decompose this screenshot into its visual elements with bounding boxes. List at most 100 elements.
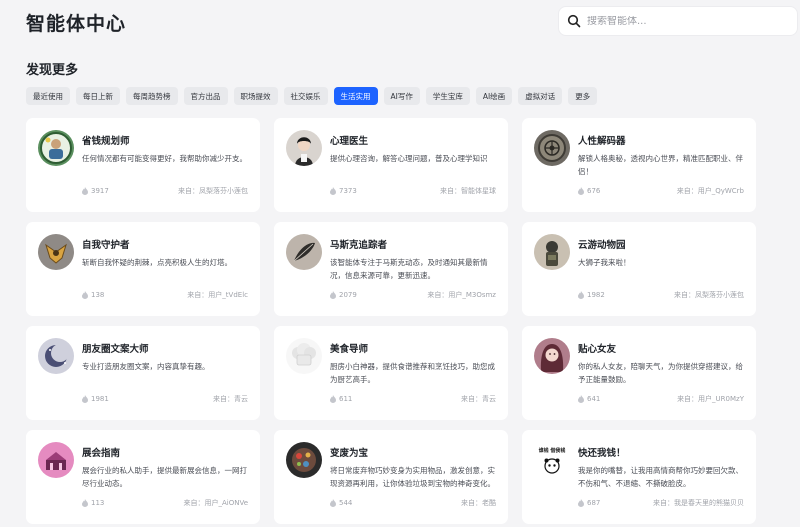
- filter-chip[interactable]: 更多: [568, 87, 598, 105]
- agent-avatar: [534, 338, 570, 374]
- agent-source: 来自：我是春天里的熊猫贝贝: [653, 499, 744, 507]
- filter-chip[interactable]: 生活实用: [333, 87, 378, 105]
- flame-icon: [330, 291, 336, 299]
- agent-source: 来自：用户_UR0MzY: [677, 395, 744, 403]
- usage-count: 138: [82, 291, 104, 299]
- agent-name: 展会指南: [82, 448, 121, 459]
- usage-number: 113: [91, 499, 105, 507]
- agent-card[interactable]: 朋友圈文案大师 专业打造朋友圈文案，内容真挚有趣。 1981 来自：青云: [26, 326, 260, 420]
- panda-avatar: 谁钱 借我钱: [534, 442, 570, 478]
- agent-card[interactable]: 马斯克追踪者 该智能体专注于马斯克动态，及时通知其最新情况，信息来源可靠，更新迅…: [274, 222, 508, 316]
- avatar-caption: 谁钱 借我钱: [539, 447, 566, 454]
- flame-icon: [82, 395, 88, 403]
- agent-description: 将日常废弃物巧妙变身为实用物品，激发创意，实现资源再利用，让你体验垃圾到宝物的神…: [330, 466, 495, 488]
- agent-name: 自我守护者: [82, 240, 130, 251]
- usage-number: 3917: [91, 187, 109, 195]
- agent-card[interactable]: 展会指南 展会行业的私人助手，提供最新展会信息，一网打尽行业动态。 113 来自…: [26, 430, 260, 524]
- usage-count: 1981: [82, 395, 109, 403]
- agent-card[interactable]: 心理医生 提供心理咨询，解答心理问题，普及心理学知识 7373 来自：智能体星球: [274, 118, 508, 212]
- filter-chip[interactable]: 官方出品: [183, 87, 228, 105]
- usage-count: 113: [82, 499, 104, 507]
- agent-description: 专业打造朋友圈文案，内容真挚有趣。: [82, 362, 210, 371]
- filter-chip[interactable]: 职场提效: [233, 87, 278, 105]
- usage-count: 544: [330, 499, 352, 507]
- agent-card-footer: 544 来自：老酷: [330, 498, 496, 508]
- usage-number: 676: [587, 187, 601, 195]
- agent-card-footer: 641 来自：用户_UR0MzY: [578, 394, 744, 404]
- filter-chip[interactable]: 最近使用: [26, 87, 70, 105]
- flame-icon: [330, 499, 336, 507]
- agent-card[interactable]: 美食导师 厨房小白神器，提供食谱推荐和烹饪技巧，助您成为厨艺高手。 611 来自…: [274, 326, 508, 420]
- agent-card[interactable]: 省钱规划师 任何情况都有可能变得更好，我帮助你减少开支。 3917 来自：凤梨落…: [26, 118, 260, 212]
- agent-card-grid: 省钱规划师 任何情况都有可能变得更好，我帮助你减少开支。 3917 来自：凤梨落…: [26, 118, 756, 524]
- agent-name: 变废为宝: [330, 448, 369, 459]
- filter-chip[interactable]: AI写作: [383, 87, 420, 105]
- usage-count: 3917: [82, 187, 109, 195]
- agent-name: 马斯克追踪者: [330, 240, 388, 251]
- filter-chip[interactable]: 每日上新: [76, 87, 120, 105]
- search-box[interactable]: [558, 6, 798, 36]
- usage-number: 641: [587, 395, 601, 403]
- chef-hat-avatar: [286, 338, 322, 374]
- filter-chip[interactable]: 每周趋势榜: [126, 87, 178, 105]
- filter-chip[interactable]: 社交娱乐: [283, 87, 328, 105]
- agent-card-footer: 2079 来自：用户_M3Osmz: [330, 290, 496, 300]
- agent-avatar: [38, 130, 74, 166]
- flame-icon: [82, 499, 88, 507]
- agent-name: 省钱规划师: [82, 136, 130, 147]
- agent-description: 大狮子我来啦！: [578, 258, 631, 267]
- agent-source: 来自：智能体星球: [440, 187, 496, 195]
- flame-icon: [330, 395, 336, 403]
- agent-description: 该智能体专注于马斯克动态，及时通知其最新情况，信息来源可靠，更新迅速。: [330, 258, 488, 280]
- psychologist-avatar: [286, 130, 322, 166]
- section-title: 发现更多: [26, 63, 79, 78]
- usage-number: 611: [339, 395, 353, 403]
- agent-source: 来自：用户_AiONVe: [183, 499, 248, 507]
- flame-icon: [578, 499, 584, 507]
- agent-description: 厨房小白神器，提供食谱推荐和烹饪技巧，助您成为厨艺高手。: [330, 362, 495, 384]
- guardian-avatar: [38, 234, 74, 270]
- agent-card-footer: 676 来自：用户_QyWCrb: [578, 186, 744, 196]
- agent-card[interactable]: 云游动物园 大狮子我来啦！ 1982 来自：凤梨落芬小莲包: [522, 222, 756, 316]
- agent-card-footer: 1982 来自：凤梨落芬小莲包: [578, 290, 744, 300]
- agent-name: 朋友圈文案大师: [82, 344, 149, 355]
- agent-description: 展会行业的私人助手，提供最新展会信息，一网打尽行业动态。: [82, 466, 247, 488]
- flame-icon: [578, 291, 584, 299]
- agent-name: 心理医生: [330, 136, 369, 147]
- agent-avatar: [286, 234, 322, 270]
- page-title: 智能体中心: [26, 13, 127, 35]
- agent-name: 贴心女友: [578, 344, 617, 355]
- agent-card[interactable]: 变废为宝 将日常废弃物巧妙变身为实用物品，激发创意，实现资源再利用，让你体验垃圾…: [274, 430, 508, 524]
- filter-chip[interactable]: 学生宝库: [425, 87, 470, 105]
- agent-card[interactable]: 贴心女友 你的私人女友，陪聊天气，为你提供穿搭建议，给予正能量鼓励。 641 来…: [522, 326, 756, 420]
- expo-avatar: [38, 442, 74, 478]
- filter-chip[interactable]: AI绘画: [475, 87, 513, 105]
- agent-card-footer: 138 来自：用户_tVdElc: [82, 290, 248, 300]
- agent-card-footer: 3917 来自：凤梨落芬小莲包: [82, 186, 248, 196]
- filter-chip[interactable]: 虚拟对话: [518, 87, 563, 105]
- agent-source: 来自：凤梨落芬小莲包: [674, 291, 744, 299]
- usage-number: 544: [339, 499, 353, 507]
- usage-count: 641: [578, 395, 600, 403]
- agent-avatar: [286, 338, 322, 374]
- agent-card[interactable]: 谁钱 借我钱 快还我钱！ 我是你的嘴替，让我用高情商帮你巧妙要回欠款、不伤和气、…: [522, 430, 756, 524]
- agent-description: 任何情况都有可能变得更好，我帮助你减少开支。: [82, 154, 247, 163]
- agent-name: 美食导师: [330, 344, 369, 355]
- agent-source: 来自：用户_tVdElc: [187, 291, 248, 299]
- usage-number: 687: [587, 499, 601, 507]
- agent-card[interactable]: 人性解码器 解锁人格奥秘，透视内心世界，精准匹配职业、伴侣！ 676 来自：用户…: [522, 118, 756, 212]
- agent-card-footer: 1981 来自：青云: [82, 394, 248, 404]
- usage-count: 2079: [330, 291, 357, 299]
- flame-icon: [578, 395, 584, 403]
- agent-avatar: [286, 130, 322, 166]
- agent-avatar: [534, 130, 570, 166]
- search-input[interactable]: [587, 15, 787, 27]
- usage-count: 687: [578, 499, 600, 507]
- money-planner-avatar: [38, 130, 74, 166]
- feather-avatar: [286, 234, 322, 270]
- agent-avatar: [38, 338, 74, 374]
- usage-count: 7373: [330, 187, 357, 195]
- agent-card[interactable]: 自我守护者 斩断自我怀疑的荆棘，点亮积极人生的灯塔。 138 来自：用户_tVd…: [26, 222, 260, 316]
- agent-avatar: [534, 234, 570, 270]
- agent-card-footer: 113 来自：用户_AiONVe: [82, 498, 248, 508]
